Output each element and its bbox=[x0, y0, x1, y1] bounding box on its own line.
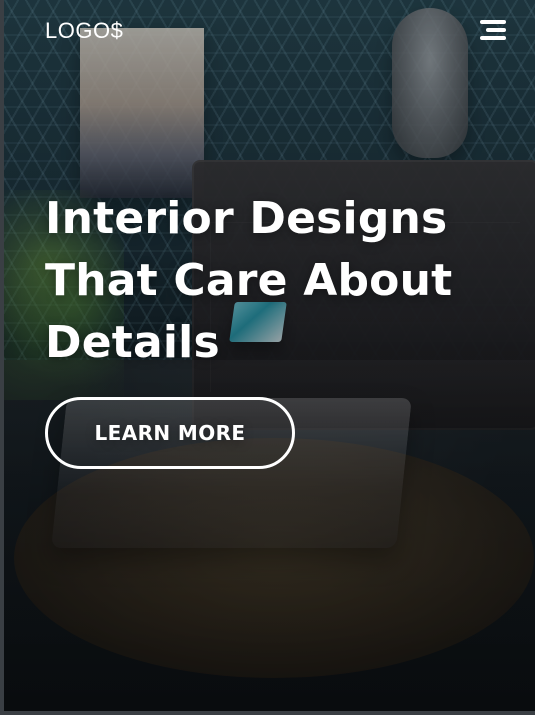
logo[interactable]: LOGO$ bbox=[45, 18, 123, 44]
hero-section: LOGO$ Interior Designs That Care About D… bbox=[0, 0, 535, 715]
menu-button[interactable] bbox=[475, 14, 511, 46]
learn-more-button[interactable]: LEARN MORE bbox=[45, 397, 295, 469]
hero-title: Interior Designs That Care About Details bbox=[45, 188, 515, 374]
hamburger-line-2 bbox=[486, 28, 506, 32]
hero-title-line-3: Details bbox=[45, 317, 220, 368]
hero-title-line-1: Interior Designs bbox=[45, 193, 448, 244]
top-bar: LOGO$ bbox=[4, 0, 535, 62]
hero-title-line-2: That Care About bbox=[45, 255, 453, 306]
hamburger-menu-icon bbox=[480, 20, 506, 40]
hamburger-line-1 bbox=[480, 20, 506, 24]
hamburger-line-3 bbox=[480, 36, 506, 40]
